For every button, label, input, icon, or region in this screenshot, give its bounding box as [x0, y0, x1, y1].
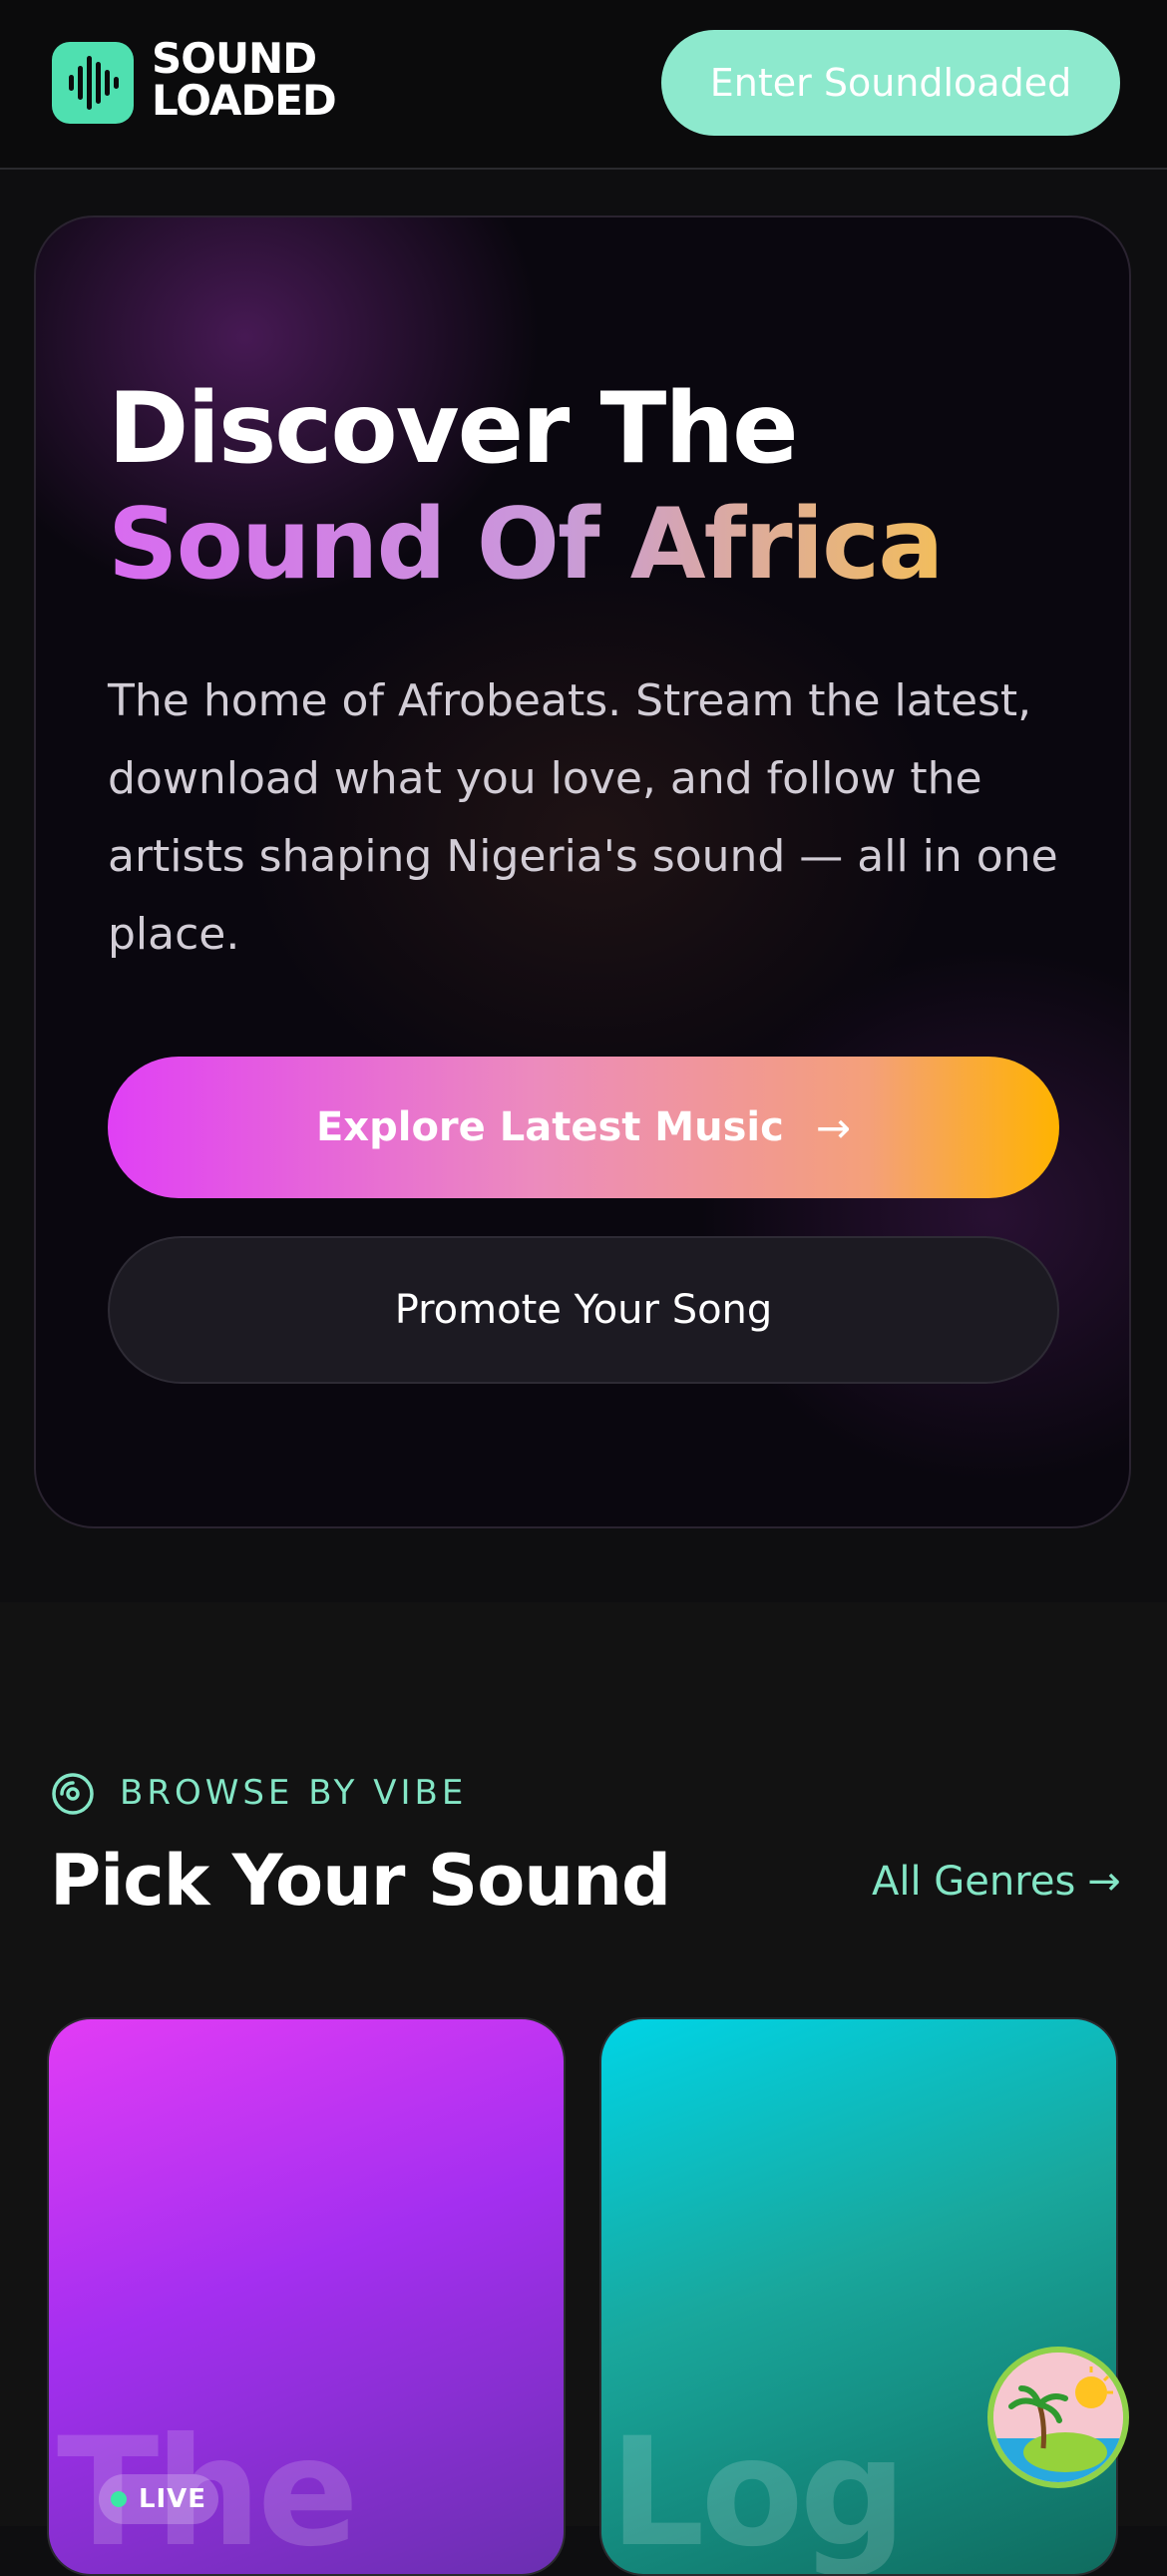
- hero-title-line-1: Discover The: [108, 372, 799, 486]
- genre-card-ghost-text: Log: [609, 2406, 907, 2576]
- live-badge-label: LIVE: [138, 2484, 207, 2514]
- browse-eyebrow: BROWSE BY VIBE: [120, 1773, 468, 1813]
- logo-wordmark[interactable]: SOUND LOADED: [152, 34, 337, 125]
- explore-button-label: Explore Latest Music: [315, 1104, 784, 1150]
- genre-card[interactable]: The LIVE: [47, 2017, 566, 2576]
- logo-mark[interactable]: [52, 42, 134, 124]
- genre-card[interactable]: Log: [599, 2017, 1118, 2576]
- live-dot-icon: [110, 2491, 127, 2507]
- sound-wave-icon: [69, 56, 119, 110]
- hero-description: The home of Afrobeats. Stream the latest…: [108, 675, 1058, 960]
- all-genres-label: All Genres: [872, 1859, 1076, 1905]
- disc-icon: [52, 1773, 94, 1815]
- logo-line-1: SOUND: [152, 34, 317, 83]
- arrow-right-icon: →: [1087, 1859, 1121, 1905]
- hero-title: Discover The Sound Of Africa: [108, 371, 944, 603]
- live-badge: LIVE: [99, 2474, 218, 2524]
- explore-latest-music-button[interactable]: Explore Latest Music →: [108, 1057, 1059, 1198]
- enter-soundloaded-button[interactable]: Enter Soundloaded: [661, 30, 1120, 136]
- island-sun-icon: [993, 2353, 1123, 2482]
- floating-action-button[interactable]: [987, 2347, 1129, 2488]
- top-header: SOUND LOADED Enter Soundloaded: [0, 0, 1167, 170]
- section-title: Pick Your Sound: [50, 1840, 671, 1922]
- logo-line-2: LOADED: [152, 76, 337, 125]
- promote-your-song-button[interactable]: Promote Your Song: [108, 1236, 1059, 1384]
- all-genres-link[interactable]: All Genres →: [872, 1858, 1121, 1906]
- hero-title-line-2: Sound Of Africa: [108, 488, 944, 602]
- arrow-right-icon: →: [815, 1102, 852, 1152]
